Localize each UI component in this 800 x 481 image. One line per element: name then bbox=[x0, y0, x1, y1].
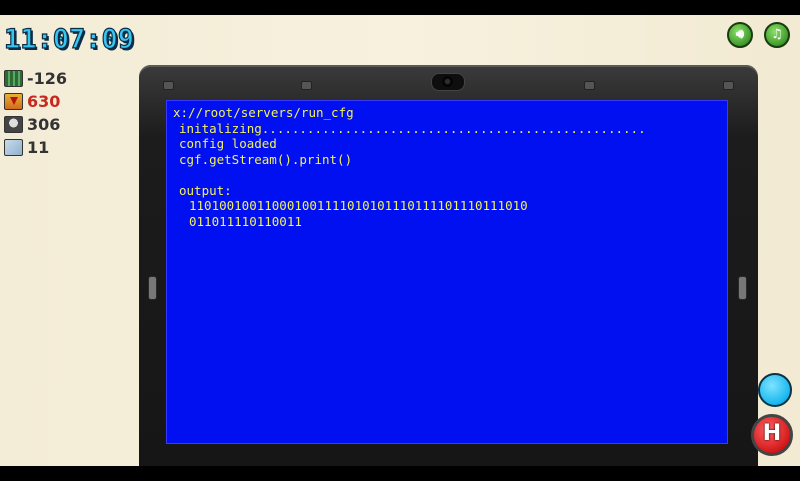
game-clock: 11:07:09 bbox=[3, 23, 135, 55]
map-icon bbox=[4, 139, 23, 156]
side-hinge-left bbox=[148, 276, 157, 300]
stat-map: 11 bbox=[4, 136, 67, 159]
stat-download: 630 bbox=[4, 90, 67, 113]
stat-cpu: -126 bbox=[4, 67, 67, 90]
red-h-icon: H bbox=[762, 421, 782, 446]
bezel-screw bbox=[163, 81, 174, 90]
download-icon bbox=[4, 93, 23, 110]
stat-cpu-value: -126 bbox=[27, 69, 68, 88]
stats-panel: -126 630 306 11 bbox=[4, 67, 67, 159]
action-button[interactable] bbox=[758, 373, 792, 407]
terminal-line-command: cgf.getStream().print() bbox=[179, 151, 353, 167]
terminal-screen: x://root/servers/run_cfg initalizing....… bbox=[166, 100, 728, 444]
webcam-icon bbox=[431, 73, 465, 91]
cpu-icon bbox=[4, 70, 23, 87]
bezel-screw bbox=[301, 81, 312, 90]
side-hinge-right bbox=[738, 276, 747, 300]
bottom-letterbox bbox=[0, 466, 800, 481]
stat-map-value: 11 bbox=[27, 138, 50, 157]
top-letterbox bbox=[0, 0, 800, 15]
music-note-icon: ♫ bbox=[771, 27, 783, 42]
music-toggle-button[interactable]: ♫ bbox=[764, 22, 790, 48]
terminal-line-config: config loaded bbox=[179, 136, 277, 151]
terminal-line-output-label: output: bbox=[179, 182, 232, 198]
stat-download-value: 630 bbox=[27, 92, 61, 111]
terminal-line-binary-2: 011011110110011 bbox=[189, 213, 302, 229]
laptop-frame: x://root/servers/run_cfg initalizing....… bbox=[139, 65, 758, 466]
speaker-icon: 🔊︎ bbox=[735, 27, 745, 42]
stat-helmet-value: 306 bbox=[27, 115, 61, 134]
stat-helmet: 306 bbox=[4, 113, 67, 136]
sound-toggle-button[interactable]: 🔊︎ bbox=[727, 22, 753, 48]
hacker-helmet-icon bbox=[4, 116, 23, 133]
bezel-screw bbox=[584, 81, 595, 90]
terminal-line-path: x://root/servers/run_cfg bbox=[173, 105, 354, 120]
bezel-screw bbox=[723, 81, 734, 90]
terminal-line-binary-1: 1101001001100010011110101011101111011101… bbox=[189, 198, 528, 213]
terminal-line-init: initalizing.............................… bbox=[179, 120, 646, 136]
hack-button[interactable]: H bbox=[751, 414, 793, 456]
